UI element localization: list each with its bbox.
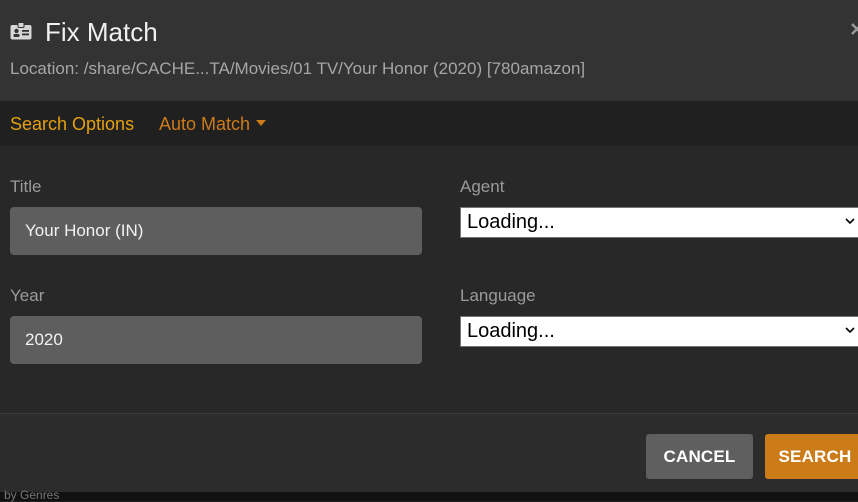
title-label: Title xyxy=(10,177,42,196)
caret-down-icon xyxy=(256,120,267,127)
chevron-down-icon xyxy=(845,218,855,225)
agent-select-value: Loading... xyxy=(467,211,555,233)
chevron-down-icon xyxy=(845,327,855,334)
close-icon[interactable] xyxy=(850,22,858,36)
language-select-value: Loading... xyxy=(467,320,555,342)
search-button[interactable]: SEARCH xyxy=(765,434,858,479)
language-label: Language xyxy=(460,286,536,305)
tab-auto-match-label: Auto Match xyxy=(159,114,251,134)
year-label: Year xyxy=(10,286,45,305)
dialog-title: Fix Match xyxy=(45,17,158,47)
year-input[interactable]: 2020 xyxy=(10,316,422,364)
background-page xyxy=(0,492,858,501)
location-path: Location: /share/CACHE...TA/Movies/01 TV… xyxy=(10,59,586,78)
tab-auto-match[interactable]: Auto Match xyxy=(159,113,267,135)
id-card-icon xyxy=(10,22,32,40)
cancel-button[interactable]: CANCEL xyxy=(646,434,753,479)
dialog-header: Fix Match Location: /share/CACHE...TA/Mo… xyxy=(0,0,858,101)
title-input[interactable]: Your Honor (IN) xyxy=(10,207,422,255)
tab-search-options[interactable]: Search Options xyxy=(10,113,134,135)
language-select[interactable]: Loading... xyxy=(460,316,858,347)
agent-select[interactable]: Loading... xyxy=(460,207,858,238)
fix-match-dialog: Fix Match Location: /share/CACHE...TA/Mo… xyxy=(0,0,858,492)
agent-label: Agent xyxy=(460,177,505,196)
background-text: by Genres xyxy=(4,488,60,502)
